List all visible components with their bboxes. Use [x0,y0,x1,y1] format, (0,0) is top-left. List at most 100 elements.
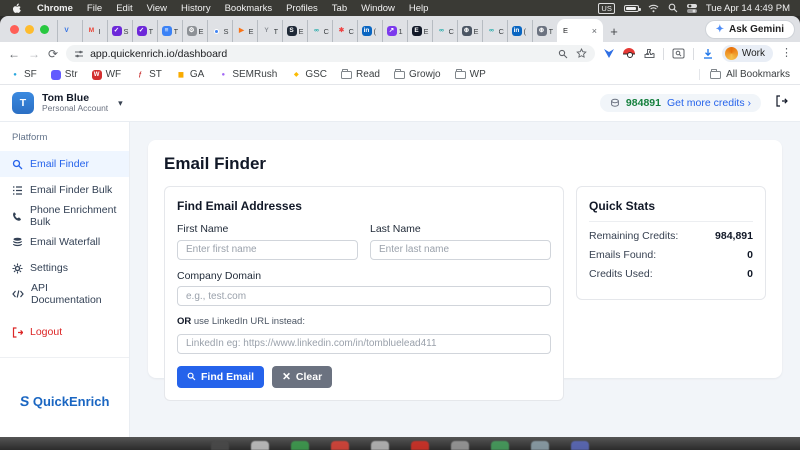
chevron-down-icon[interactable]: ▾ [118,98,123,109]
menu-item[interactable]: History [174,3,218,14]
bookmark-item[interactable]: ● SEMRush [218,69,277,80]
download-icon[interactable] [702,48,714,60]
dock-app-icon[interactable] [291,441,309,450]
dock-app-icon[interactable] [371,441,389,450]
bookmark-item[interactable]: Growjo [394,69,441,80]
tab-favicon: ✱ [337,26,347,36]
url-text[interactable]: app.quickenrich.io/dashboard [90,48,552,60]
menu-item[interactable]: Tab [325,3,354,14]
dock-app-icon[interactable] [411,441,429,450]
bookmark-item[interactable]: ◆ GSC [291,69,327,80]
back-button[interactable]: ← [8,48,20,60]
browser-tab[interactable]: ⊕ E [457,20,482,42]
sidebar-item-email-finder[interactable]: Email Finder [0,151,129,177]
dock-app-icon[interactable] [531,441,549,450]
dock-app-icon[interactable] [451,441,469,450]
close-tab-icon[interactable]: × [592,26,597,36]
credits-pill[interactable]: 984891 Get more credits › [600,94,761,112]
menu-item[interactable]: View [140,3,174,14]
logout-icon[interactable] [775,94,788,112]
dock-app-icon[interactable] [331,441,349,450]
macos-dock[interactable] [0,437,800,450]
apple-menu-icon[interactable] [10,3,24,14]
forward-button[interactable]: → [28,48,40,60]
browser-tab[interactable]: M I [82,20,107,42]
new-tab-button[interactable]: + [603,20,625,42]
sidebar-item-settings[interactable]: Settings [0,255,129,281]
browser-tab[interactable]: Y T [257,20,282,42]
zoom-window-button[interactable] [40,25,49,34]
browser-tab[interactable]: in ( [357,20,382,42]
bookmark-item[interactable]: Read [341,69,380,80]
browser-tab[interactable]: ✓ T [132,20,157,42]
browser-tab[interactable]: ▶ E [232,20,257,42]
browser-tab[interactable]: ↗ 1 [382,20,407,42]
minimize-window-button[interactable] [25,25,34,34]
browser-tab[interactable]: ✱ C [332,20,357,42]
menubar-clock[interactable]: Tue Apr 14 4:49 PM [706,3,790,14]
sidebar-item-phone-enrichment-bulk[interactable]: Phone Enrichment Bulk [0,203,129,229]
sidebar-item-email-finder-bulk[interactable]: Email Finder Bulk [0,177,129,203]
user-avatar[interactable]: T [12,92,34,114]
get-more-credits-link[interactable]: Get more credits › [667,97,751,109]
find-email-button[interactable]: Find Email [177,366,264,388]
close-window-button[interactable] [10,25,19,34]
reload-button[interactable]: ⟳ [48,48,58,60]
browser-tab[interactable]: ≡ T [157,20,182,42]
chrome-menu-button[interactable]: ⋮ [781,48,792,59]
menu-item[interactable]: Bookmarks [218,3,280,14]
input-source-badge[interactable]: US [598,3,614,14]
bookmark-item[interactable]: ▆ GA [176,69,204,80]
control-center-icon[interactable] [687,4,697,13]
menu-item[interactable]: Chrome [30,3,80,14]
menu-item[interactable]: Edit [109,3,139,14]
last-name-input[interactable] [370,240,551,260]
all-bookmarks-button[interactable]: All Bookmarks [699,69,790,80]
menu-item[interactable]: Profiles [279,3,325,14]
bookmark-items: ● SF Str W WF ƒ ST ▆ [10,69,486,80]
linkedin-url-input[interactable] [177,334,551,354]
bookmark-item[interactable]: WP [455,69,486,80]
sidebar-item-email-waterfall[interactable]: Email Waterfall [0,229,129,255]
pokeball-extension-icon[interactable] [623,48,635,60]
active-tab[interactable]: E × [557,19,603,42]
bookmark-item[interactable]: ƒ ST [135,69,162,80]
browser-tab[interactable]: E E [407,20,432,42]
dock-app-icon[interactable] [571,441,589,450]
sidebar-logout-button[interactable]: Logout [0,319,129,345]
bookmark-item[interactable]: ● SF [10,69,37,80]
company-domain-input[interactable] [177,286,551,306]
bookmark-star-icon[interactable] [576,48,587,59]
bookmark-item[interactable]: W WF [92,69,122,80]
site-settings-icon[interactable] [74,49,84,59]
spotlight-icon[interactable] [668,3,678,13]
browser-tab[interactable]: ∞ C [432,20,457,42]
browser-tab[interactable]: ⚙ E [182,20,207,42]
browser-tab[interactable]: V [57,20,82,42]
dock-app-icon[interactable] [491,441,509,450]
first-name-input[interactable] [177,240,358,260]
browser-tab[interactable]: ✓ S [107,20,132,42]
wifi-icon[interactable] [648,4,659,13]
dock-app-icon[interactable] [251,441,269,450]
browser-tab[interactable]: S E [282,20,307,42]
menu-item[interactable]: File [80,3,109,14]
extensions-puzzle-icon[interactable] [643,48,655,60]
browser-tab[interactable]: ⊕ T [532,20,557,42]
search-icon[interactable] [558,49,568,59]
ask-gemini-button[interactable]: ✦ Ask Gemini [706,21,794,38]
browser-tab[interactable]: ∞ C [307,20,332,42]
address-bar[interactable]: app.quickenrich.io/dashboard [66,45,595,62]
browser-tab[interactable]: S [207,20,232,42]
menu-item[interactable]: Window [354,3,402,14]
menu-item[interactable]: Help [402,3,436,14]
browser-tab[interactable]: in ( [507,20,532,42]
bookmark-item[interactable]: Str [51,69,78,80]
tab-search-panel-icon[interactable] [672,48,685,59]
sidebar-item-api-documentation[interactable]: API Documentation [0,281,129,307]
v-extension-icon[interactable] [603,48,615,59]
profile-button[interactable]: Work [722,45,773,62]
browser-tab[interactable]: ∞ C [482,20,507,42]
dock-app-icon[interactable] [211,441,229,450]
clear-button[interactable]: ✕ Clear [272,366,332,388]
